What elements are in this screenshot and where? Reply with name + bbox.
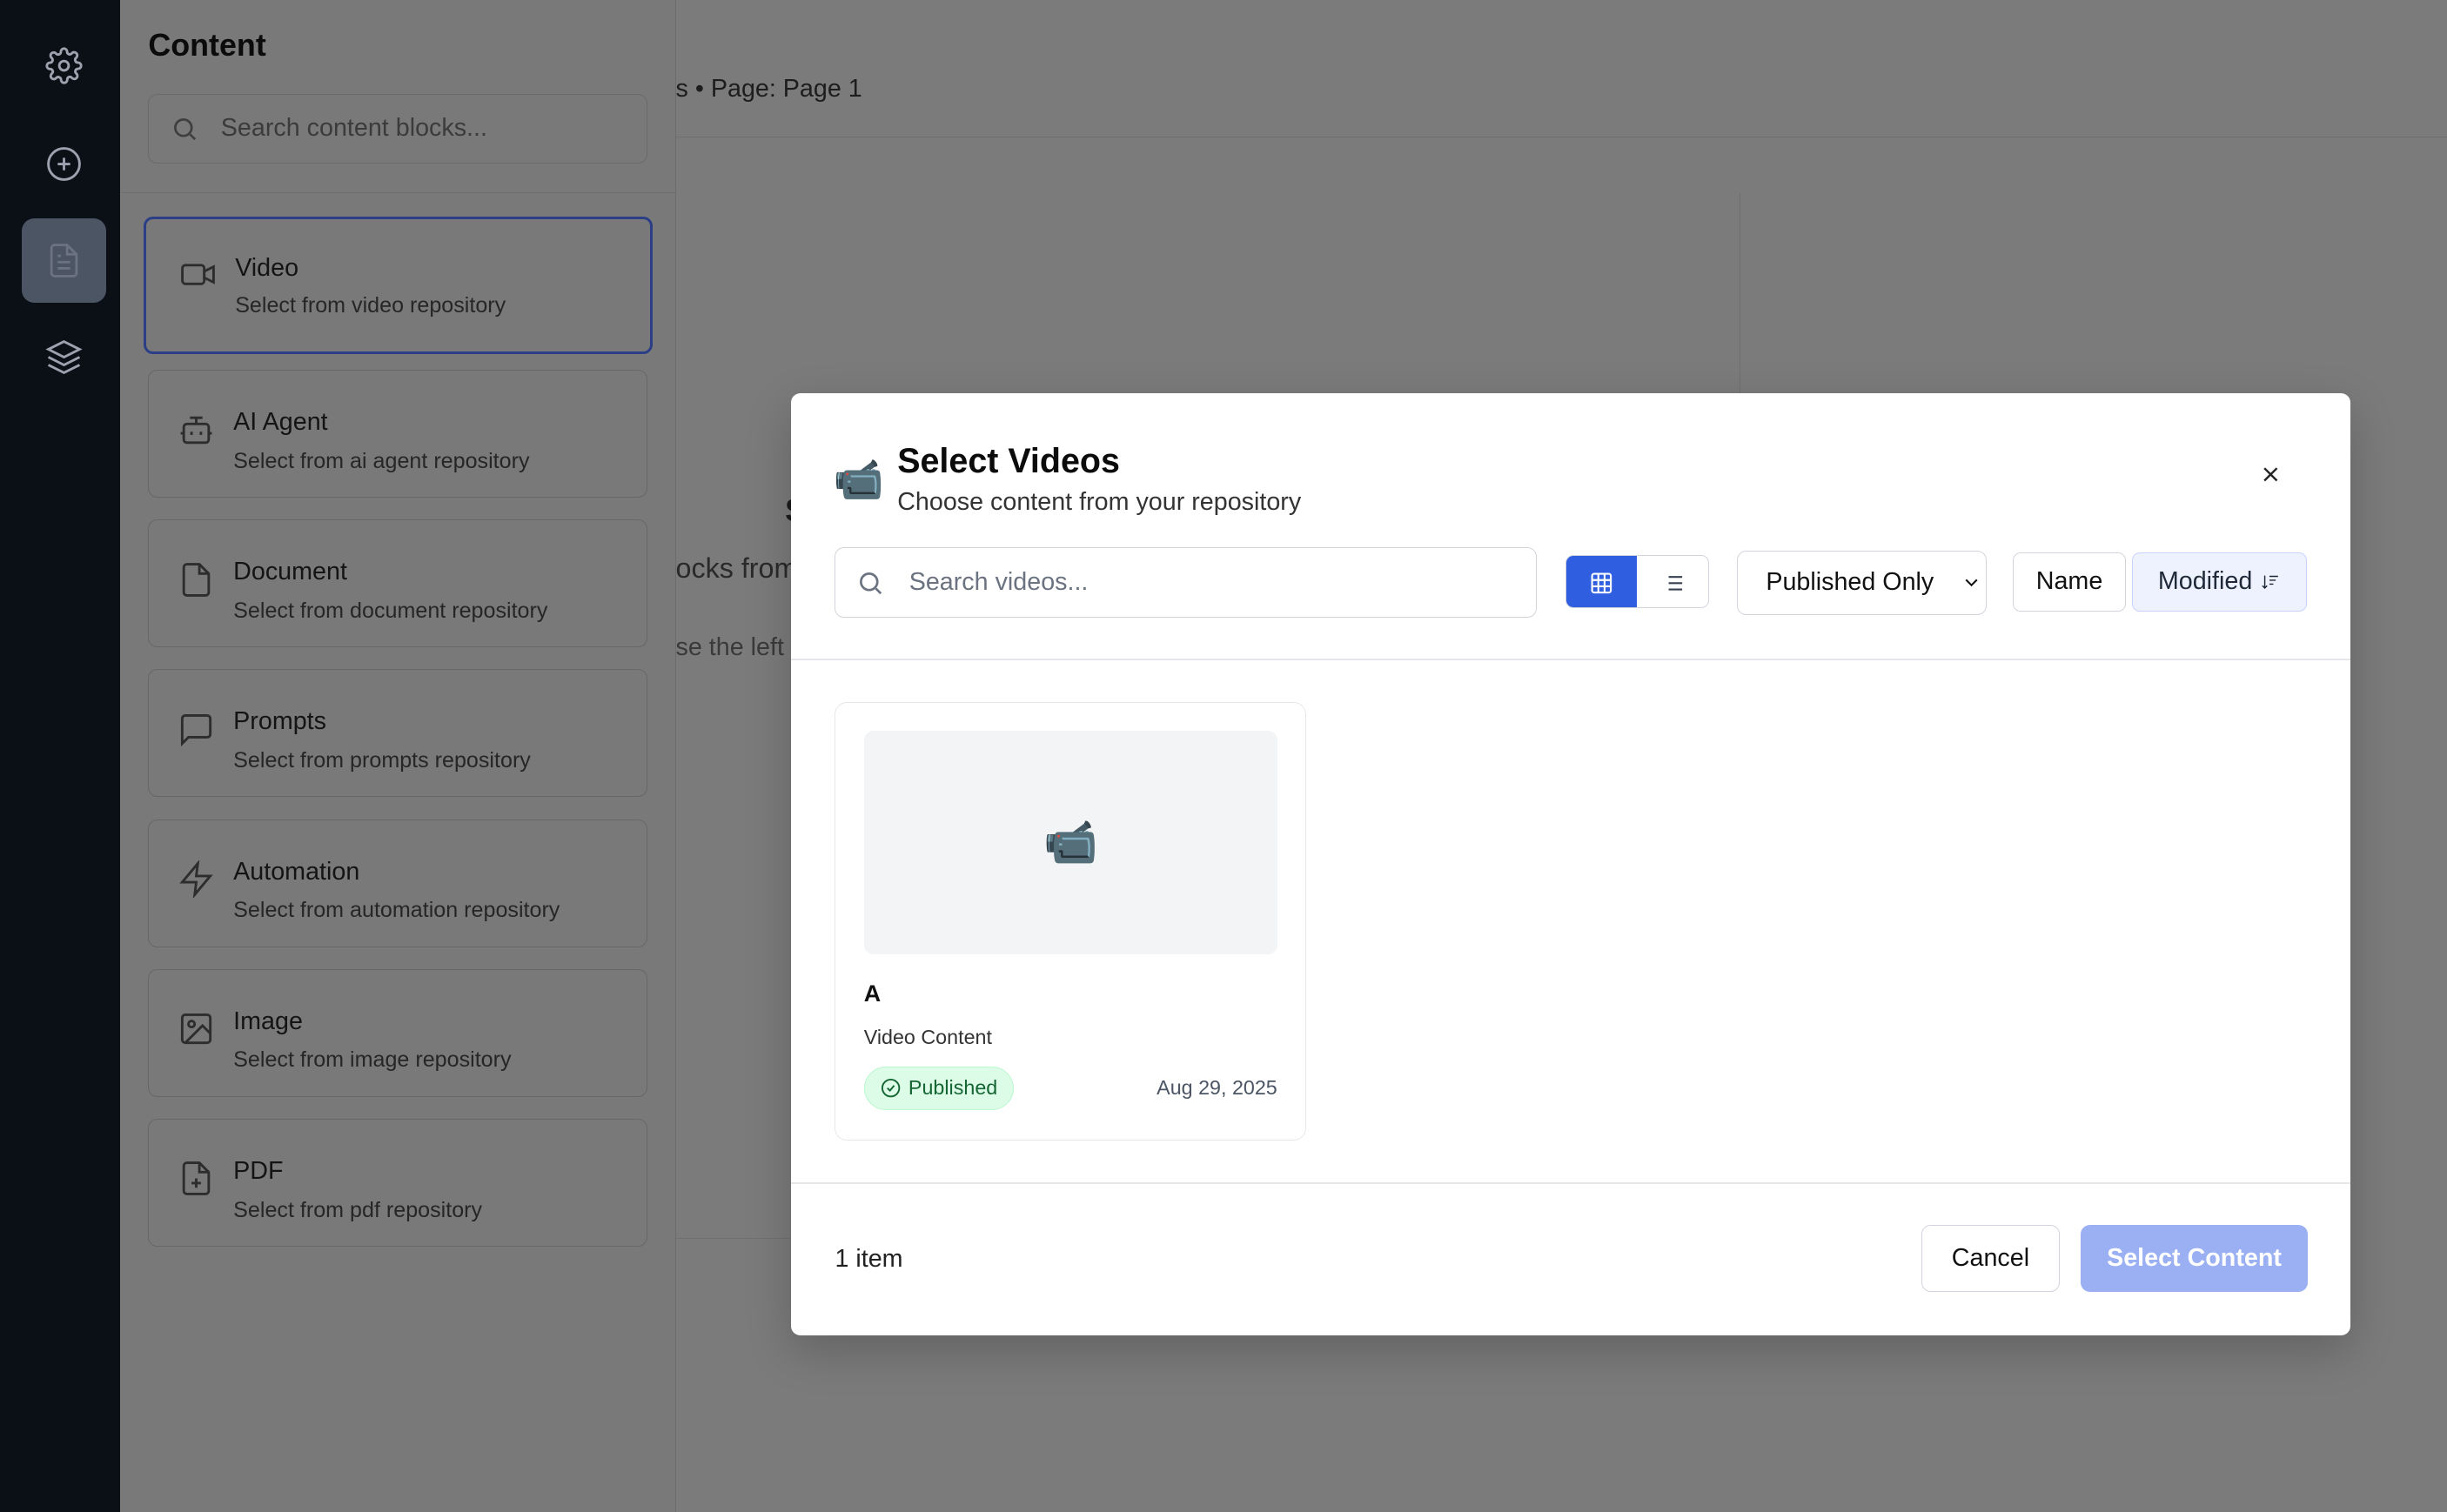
video-camera-icon: 📹 <box>1043 817 1098 866</box>
check-circle-icon <box>881 1079 900 1098</box>
sort-by-name-button[interactable]: Name <box>2013 552 2126 612</box>
sort-descending-icon <box>2262 575 2278 590</box>
search-icon <box>859 572 882 594</box>
icon-rail <box>0 0 121 1512</box>
content-search-input[interactable]: Search content blocks... <box>148 93 648 164</box>
close-icon <box>2263 467 2278 482</box>
video-card[interactable]: 📹 A Video Content Published Aug 29, 2025 <box>835 702 1307 1141</box>
block-title: Prompts <box>233 707 326 736</box>
grid-icon <box>1591 572 1612 593</box>
video-camera-icon: 📹 <box>833 456 884 502</box>
block-automation[interactable]: Automation Select from automation reposi… <box>148 819 648 947</box>
content-nav-button[interactable] <box>22 218 106 303</box>
list-view-button[interactable] <box>1637 556 1707 607</box>
content-search-placeholder: Search content blocks... <box>220 114 487 143</box>
divider <box>791 1182 2350 1185</box>
video-search-field <box>835 547 1538 619</box>
breadcrumb: s • Page: Page 1 <box>675 75 862 104</box>
block-title: Automation <box>233 857 360 886</box>
block-description: Select from ai agent repository <box>233 448 530 473</box>
select-videos-dialog: 📹 Select Videos Choose content from your… <box>791 392 2350 1336</box>
layers-button[interactable] <box>22 315 106 399</box>
document-icon <box>178 561 215 599</box>
block-description: Select from image repository <box>233 1047 512 1073</box>
settings-button[interactable] <box>22 23 106 108</box>
block-title: PDF <box>233 1156 284 1185</box>
lightning-icon <box>178 860 215 900</box>
sort-by-modified-button[interactable]: Modified <box>2131 552 2307 612</box>
block-document[interactable]: Document Select from document repository <box>148 519 648 648</box>
video-type: Video Content <box>863 1026 992 1049</box>
view-toggle <box>1565 555 1709 609</box>
search-icon <box>174 117 197 140</box>
status-filter-select[interactable]: Published Only <box>1737 551 1987 615</box>
video-thumbnail: 📹 <box>863 731 1277 954</box>
divider <box>791 658 2350 660</box>
panel-divider <box>120 191 676 194</box>
sort-name-label: Name <box>2035 567 2103 596</box>
file-plus-icon <box>178 1160 215 1197</box>
cancel-button[interactable]: Cancel <box>1921 1224 2061 1292</box>
status-label: Published <box>908 1076 998 1100</box>
dialog-title: Select Videos <box>897 441 1120 480</box>
block-description: Select from video repository <box>235 292 506 318</box>
block-image[interactable]: Image Select from image repository <box>148 968 648 1097</box>
select-content-button[interactable]: Select Content <box>2080 1224 2309 1292</box>
block-ai-agent[interactable]: AI Agent Select from ai agent repository <box>148 370 648 498</box>
block-pdf[interactable]: PDF Select from pdf repository <box>148 1118 648 1247</box>
block-title: Image <box>233 1007 303 1035</box>
video-date: Aug 29, 2025 <box>1156 1075 1277 1099</box>
grid-view-button[interactable] <box>1565 556 1638 608</box>
chevron-down-icon <box>1965 579 1978 587</box>
block-title: AI Agent <box>233 408 328 437</box>
add-button[interactable] <box>22 122 106 206</box>
video-search-input[interactable] <box>906 566 1499 599</box>
gear-icon <box>45 47 83 84</box>
file-text-icon <box>50 244 78 278</box>
block-title: Document <box>233 558 347 586</box>
block-description: Select from document repository <box>233 598 548 623</box>
close-button[interactable] <box>2252 456 2289 493</box>
layers-icon <box>45 340 83 375</box>
video-title: A <box>863 980 882 1007</box>
block-description: Select from automation repository <box>233 898 560 923</box>
content-panel: Content Search content blocks... Video S… <box>120 0 676 1512</box>
video-icon <box>179 256 217 293</box>
block-description: Select from pdf repository <box>233 1197 483 1222</box>
chat-icon <box>178 711 215 748</box>
page-header <box>675 0 2447 137</box>
status-badge: Published <box>863 1066 1015 1111</box>
dialog-subtitle: Choose content from your repository <box>897 488 1302 517</box>
item-count: 1 item <box>835 1245 903 1274</box>
status-filter-value: Published Only <box>1766 568 1934 597</box>
block-prompts[interactable]: Prompts Select from prompts repository <box>148 669 648 798</box>
block-title: Video <box>235 253 299 282</box>
sort-modified-label: Modified <box>2157 567 2253 596</box>
panel-title: Content <box>148 28 266 64</box>
bot-icon <box>178 411 215 449</box>
image-icon <box>178 1010 215 1047</box>
block-video[interactable]: Video Select from video repository <box>143 217 653 355</box>
canvas-hint-text: se the left s <box>675 633 804 662</box>
canvas-empty-text: ocks from <box>675 552 798 584</box>
plus-circle-icon <box>47 146 81 181</box>
list-icon <box>1663 575 1682 591</box>
block-description: Select from prompts repository <box>233 748 531 773</box>
